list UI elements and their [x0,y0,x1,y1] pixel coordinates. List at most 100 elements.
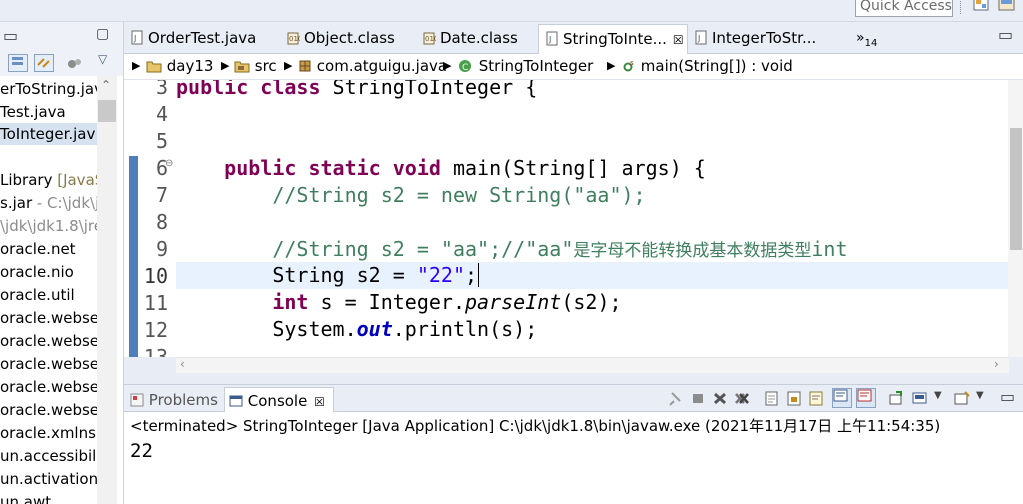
tab-console[interactable]: Console ☒ [224,387,334,413]
editor-tab[interactable]: 010 Object.class [280,24,410,54]
quick-access-input[interactable]: Quick Access [855,0,953,17]
scroll-right-chevron-icon[interactable]: › [994,357,999,371]
package-tree-item[interactable]: oracle.util [0,284,97,306]
package-tree-item[interactable] [0,146,97,168]
toolbar-divider [960,0,962,14]
filter-icon[interactable] [66,56,84,72]
new-console-chevron-down-icon[interactable]: ▼ [976,390,992,405]
collapse-all-button[interactable] [8,54,28,72]
package-explorer-scroll-thumb[interactable] [98,100,116,122]
scroll-up-chevron-icon[interactable]: ⌃ [101,78,111,92]
editor-tab[interactable]: J StringToInte... ☒ [538,24,688,54]
breadcrumb-class[interactable]: C StringToInteger [458,54,593,78]
view-menu-chevron-icon[interactable]: ▽ [98,52,107,66]
line-number: 13 [143,345,168,357]
line-number: 6 [155,156,168,180]
static-method-call: parseInt [465,290,562,314]
package-tree-item-label: \jdk\jdk1.8\jre [0,217,104,235]
breadcrumb-class-label: StringToInteger [478,57,594,75]
remove-all-launches-icon[interactable] [734,391,750,406]
svg-text:C: C [462,63,468,73]
code-line-3: public class StringToInteger { [176,80,537,101]
package-tree-item[interactable]: \jdk\jdk1.8\jre [0,215,103,237]
remove-launch-icon[interactable] [712,391,728,406]
fold-collapse-icon[interactable]: ⊖ [165,158,173,169]
show-on-stderr-button[interactable] [856,388,876,408]
package-tree-item-detail: - C:\jdk\j [32,194,100,212]
comment: //String s2 = "aa";//"aa" [272,237,574,261]
class-declaration: StringToInteger { [320,80,538,99]
editor-tab[interactable]: J OrderTest.java [124,24,276,54]
code-editor[interactable]: 3 4 5 6 7 8 9 10 11 12 13 ⊖ public class StringToI… [124,80,1023,357]
close-icon[interactable]: ☒ [673,33,684,47]
comment: int [811,237,848,261]
package-tree-item-label: oracle.util [0,286,75,304]
editor-scroll-thumb[interactable] [1010,128,1022,250]
code-area[interactable]: public class StringToInteger { public st… [176,80,1023,357]
minimize-editor-button[interactable]: ▭ [998,25,1013,44]
clear-console-icon[interactable] [764,391,780,406]
link-with-editor-button[interactable] [34,54,54,72]
editor-tab[interactable]: 010 Date.class [416,24,534,54]
more-tabs-button[interactable]: »14 [850,24,877,54]
comment: //String s2 = new String("aa"); [272,183,646,207]
package-tree-item[interactable]: oracle.webserv [0,307,114,329]
scroll-lock-icon[interactable] [786,391,802,406]
package-tree-item[interactable]: oracle.webserv [0,376,114,398]
console-output[interactable]: <terminated> StringToInteger [Java Appli… [124,412,1023,504]
package-tree-item[interactable]: un.accessibili [0,445,101,467]
word-wrap-icon[interactable] [808,391,824,406]
package-tree-item[interactable]: ToInteger.jav [0,123,97,145]
package-tree-item[interactable]: s.jar - C:\jdk\j [0,192,100,214]
package-tree-item-label: oracle.net [0,240,76,258]
console-output-text: 22 [130,440,153,462]
keyword: void [392,156,441,180]
new-console-icon[interactable] [954,391,970,406]
package-tree-item-label: oracle.xmlns.ir [0,424,112,442]
close-icon[interactable]: ☒ [314,395,325,409]
package-tree-item[interactable]: oracle.webserv [0,353,114,375]
code-line-12: System.out.println(s); [176,316,537,343]
display-console-chevron-down-icon[interactable]: ▼ [934,390,950,405]
tab-problems[interactable]: Problems [130,387,218,413]
terminate-icon[interactable] [690,391,706,406]
package-tree-item[interactable]: oracle.xmlns.ir [0,422,111,444]
maximize-view-button[interactable]: ▢ [96,26,109,42]
editor-horizontal-scrollbar[interactable]: ‹ › [176,357,1009,373]
breadcrumb-project[interactable]: day13 [146,54,213,78]
svg-text:J: J [697,34,700,43]
package-tree-item[interactable]: oracle.webserv [0,399,114,421]
package-tree-item[interactable]: un.activation. [0,468,103,490]
svg-text:s: s [630,59,634,67]
show-on-stdout-button[interactable] [832,388,852,408]
minimize-view-button[interactable]: ▭ [3,26,18,45]
package-explorer-scrollbar[interactable] [97,76,117,504]
breadcrumb-separator-icon: ▶ [284,59,293,72]
scroll-left-chevron-icon[interactable]: ‹ [180,357,185,371]
package-tree-item[interactable]: Library [JavaS [0,169,104,191]
package-tree-item[interactable]: un.awt [0,491,97,504]
display-selected-console-icon[interactable] [912,391,928,406]
package-tree-item[interactable]: Test.java [0,101,97,123]
open-console-icon[interactable] [888,391,904,406]
pin-console-icon[interactable] [668,391,684,406]
open-perspective-icon[interactable] [972,0,990,14]
comment-cjk: 是字母不能转换成基本数据类型 [573,241,812,261]
editor-tab-label: IntegerToStr... [712,29,817,47]
breadcrumb-package[interactable]: com.atguigu.java [298,54,447,78]
package-tree-item[interactable]: oracle.net [0,238,97,260]
breadcrumb-folder[interactable]: src [234,54,277,78]
breadcrumb-method[interactable]: s main(String[]) : void [622,54,793,78]
java-file-icon: J [695,30,707,45]
package-tree-item[interactable]: oracle.webserv [0,330,114,352]
package-tree-item[interactable]: erToString.jav [0,78,103,100]
package-tree-item[interactable]: oracle.nio [0,261,97,283]
console-tab-bar: Problems Console ☒ ▼ ▼ ▭ [124,384,1023,413]
svg-text:J: J [548,35,551,44]
java-perspective-icon[interactable] [998,0,1016,14]
editor-tab[interactable]: J IntegerToStr... [688,24,838,54]
package-tree-item-label: un.accessibili [0,447,101,465]
editor-tab-label: Object.class [304,29,395,47]
package-tree-item-label: un.awt [0,493,52,504]
minimize-console-button[interactable]: ▭ [1000,387,1015,406]
